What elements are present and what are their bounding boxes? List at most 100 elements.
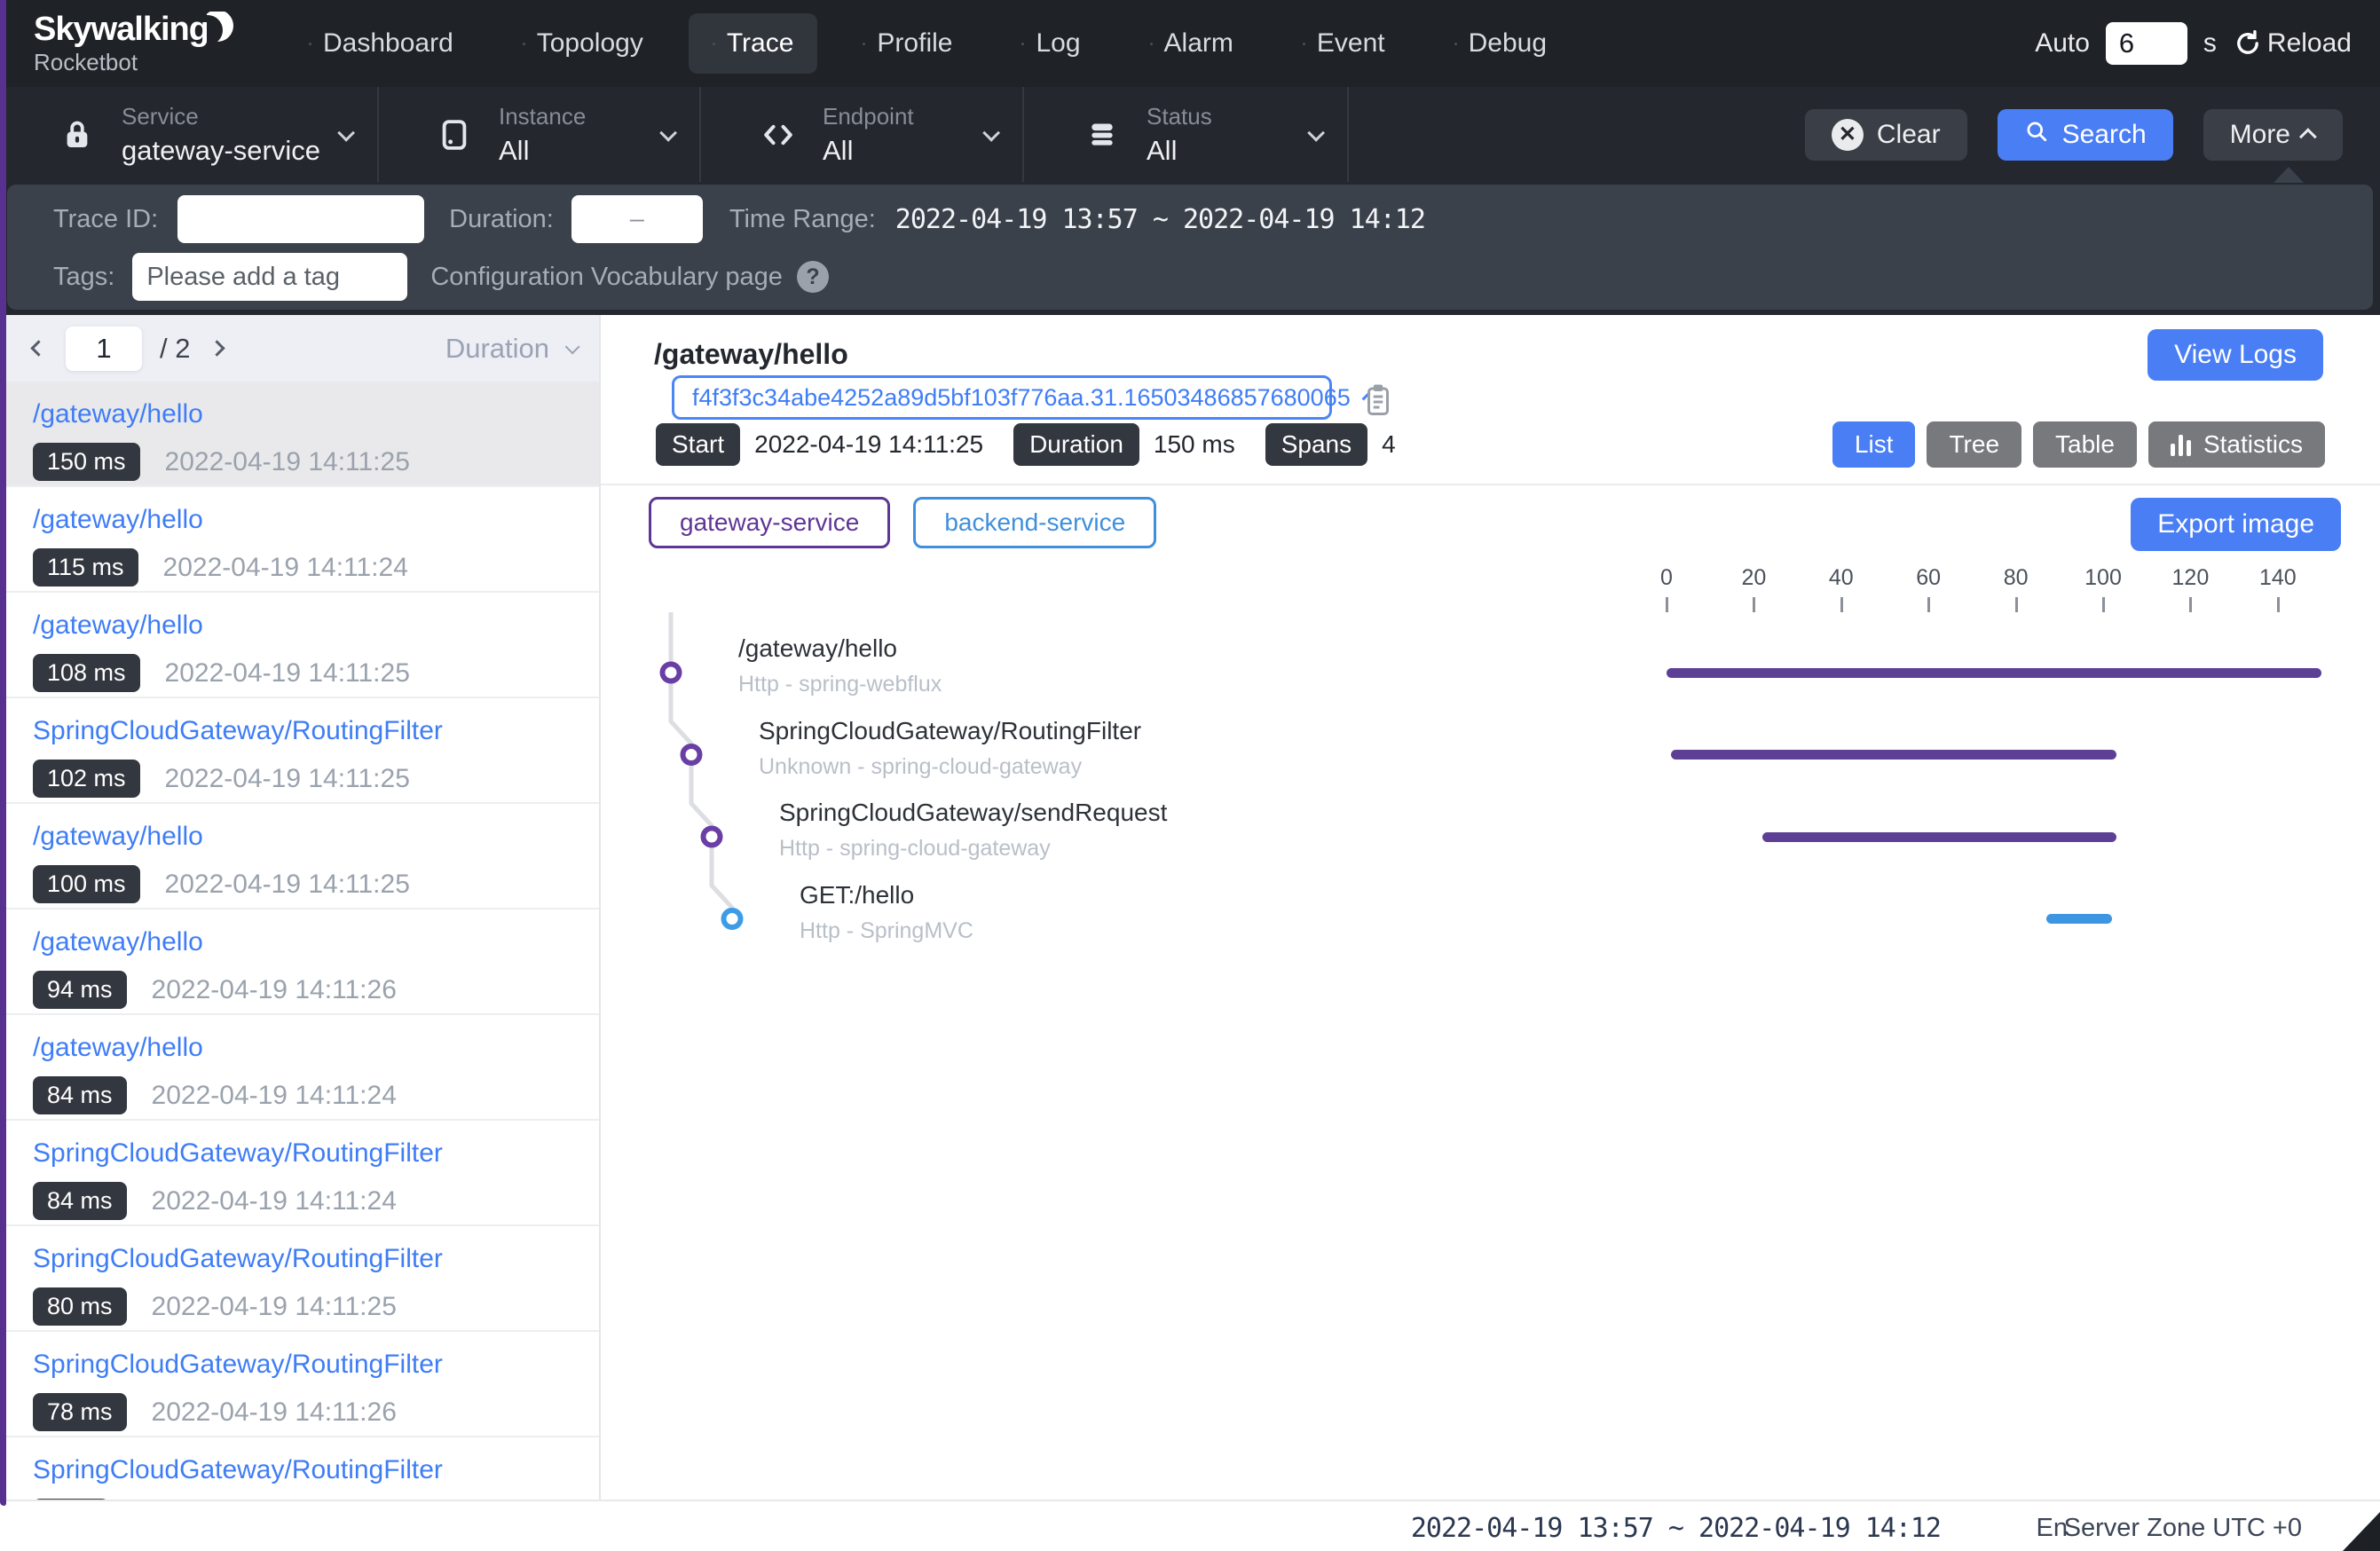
span-name[interactable]: SpringCloudGateway/sendRequest (779, 799, 1167, 827)
span-duration-bar[interactable] (2046, 914, 2112, 924)
nav-right-controls: Auto s Reload (2035, 22, 2352, 65)
clipboard-icon[interactable] (1362, 379, 1394, 424)
nav-item-log[interactable]: Log (997, 13, 1104, 74)
search-button[interactable]: Search (1998, 109, 2173, 161)
trace-duration-badge: 100 ms (33, 865, 140, 903)
filter-value: All (499, 135, 586, 167)
auto-label: Auto (2035, 28, 2090, 59)
duration-input[interactable] (571, 195, 703, 243)
nav-item-topology[interactable]: Topology (499, 13, 667, 74)
filter-instance-dropdown[interactable]: Instance All (379, 87, 701, 182)
nav-item-debug[interactable]: Debug (1430, 13, 1571, 74)
time-range-value[interactable]: 2022-04-19 13:57 ~ 2022-04-19 14:12 (895, 204, 1425, 235)
nav-item-dashboard[interactable]: Dashboard (285, 13, 477, 74)
trace-list-item[interactable]: SpringCloudGateway/RoutingFilter (6, 1437, 599, 1500)
filter-groups: Servicegateway-service Instance All Endpoin… (0, 87, 1349, 182)
trace-timestamp: 2022-04-19 14:11:26 (152, 975, 397, 1005)
span-node-icon[interactable] (663, 665, 680, 681)
more-label: More (2230, 120, 2290, 150)
trace-list-item[interactable]: /gateway/hello108 ms2022-04-19 14:11:25 (6, 593, 599, 698)
span-duration-bar[interactable] (1671, 750, 2116, 760)
trace-item-title[interactable]: /gateway/hello (33, 399, 599, 429)
export-image-button[interactable]: Export image (2131, 498, 2341, 551)
content-area: / 2 Duration /gateway/hello150 ms2022-04… (6, 315, 2380, 1500)
filter-texts: Servicegateway-service (122, 103, 320, 167)
clear-button[interactable]: ✕ Clear (1805, 109, 1967, 161)
axis-tick-mark (2015, 597, 2018, 612)
footer-time-range[interactable]: 2022-04-19 13:57 ~ 2022-04-19 14:12 (1411, 1513, 1941, 1544)
trace-id-input[interactable] (177, 195, 424, 243)
trace-item-title[interactable]: SpringCloudGateway/RoutingFilter (33, 1455, 599, 1485)
trace-list-item[interactable]: SpringCloudGateway/RoutingFilter 84 ms202… (6, 1121, 599, 1226)
span-name[interactable]: SpringCloudGateway/RoutingFilter (759, 717, 1141, 745)
server-zone-label[interactable]: Server Zone UTC +0 (2064, 1514, 2302, 1543)
trace-list-item[interactable]: /gateway/hello94 ms2022-04-19 14:11:26 (6, 909, 599, 1015)
more-panel-row-2: Tags: Configuration Vocabulary page ? (53, 252, 829, 302)
vocabulary-link[interactable]: Configuration Vocabulary page (430, 263, 783, 292)
trace-list-item[interactable]: SpringCloudGateway/RoutingFilter78 ms202… (6, 1332, 599, 1437)
service-chips: gateway-service backend-service (649, 497, 1156, 548)
more-button[interactable]: More (2203, 109, 2343, 161)
trace-item-meta: 84 ms2022-04-19 14:11:24 (33, 1182, 599, 1220)
detail-divider (601, 484, 2380, 485)
chevron-right-icon (209, 340, 225, 356)
span-node-icon[interactable] (724, 910, 741, 927)
span-node-icon[interactable] (683, 746, 700, 763)
auto-interval-input[interactable] (2106, 22, 2187, 65)
span-name[interactable]: GET:/hello (800, 881, 914, 909)
nav-item-event[interactable]: Event (1279, 13, 1409, 74)
filter-status-dropdown[interactable]: StatusAll (1024, 87, 1349, 182)
trace-item-title[interactable]: SpringCloudGateway/RoutingFilter (33, 1350, 599, 1380)
nav-item-alarm[interactable]: Alarm (1126, 13, 1257, 74)
tab-tree[interactable]: Tree (1927, 421, 2021, 468)
export-image-label: Export image (2157, 509, 2314, 539)
filter-value: All (1147, 135, 1212, 167)
tab-list[interactable]: List (1832, 421, 1916, 468)
chevron-up-icon (2299, 128, 2317, 146)
trace-list-item[interactable]: /gateway/hello150 ms2022-04-19 14:11:25 (6, 382, 599, 487)
filter-label: Instance (499, 103, 586, 130)
trace-item-title[interactable]: SpringCloudGateway/RoutingFilter (33, 1244, 599, 1274)
trace-list-item[interactable]: SpringCloudGateway/RoutingFilter102 ms20… (6, 698, 599, 804)
axis-tick-label: 60 (1888, 565, 1968, 591)
more-panel-notch (2274, 167, 2304, 183)
page-number-input[interactable] (66, 327, 142, 371)
prev-page-button[interactable] (29, 339, 48, 358)
span-duration-bar[interactable] (1762, 832, 2116, 842)
nav-item-trace[interactable]: Trace (689, 13, 818, 74)
trace-item-title[interactable]: /gateway/hello (33, 610, 599, 641)
trace-item-title[interactable]: /gateway/hello (33, 505, 599, 535)
trace-list-item[interactable]: /gateway/hello 115 ms2022-04-19 14:11:24 (6, 487, 599, 593)
more-panel-row-1: Trace ID: Duration: Time Range: 2022-04-… (53, 194, 1425, 244)
trace-id-select[interactable]: f4f3f3c34abe4252a89d5bf103f776aa.31.1650… (672, 375, 1332, 420)
trace-item-title[interactable]: SpringCloudGateway/RoutingFilter (33, 1138, 599, 1169)
reload-button[interactable]: Reload (2233, 28, 2352, 59)
trace-list-item[interactable]: SpringCloudGateway/RoutingFilter80 ms202… (6, 1226, 599, 1332)
chevron-down-icon (982, 123, 1000, 141)
tab-statistics[interactable]: Statistics (2148, 421, 2325, 468)
service-chip-gateway-service[interactable]: gateway-service (649, 497, 890, 548)
tags-input[interactable] (132, 253, 407, 301)
trace-list-item[interactable]: /gateway/hello100 ms2022-04-19 14:11:25 (6, 804, 599, 909)
help-icon[interactable]: ? (797, 261, 829, 293)
service-chip-backend-service[interactable]: backend-service (913, 497, 1156, 548)
filter-endpoint-dropdown[interactable]: EndpointAll (701, 87, 1024, 182)
trace-item-title[interactable]: /gateway/hello (33, 927, 599, 957)
span-duration-bar[interactable] (1667, 668, 2321, 678)
chevron-down-icon (337, 123, 355, 141)
nav-item-profile[interactable]: Profile (839, 13, 976, 74)
sort-dropdown[interactable]: Duration (445, 333, 576, 365)
trace-item-title[interactable]: /gateway/hello (33, 1033, 599, 1063)
axis-tick-label: 0 (1627, 565, 1706, 591)
nav-item-label: Log (1036, 28, 1080, 59)
view-logs-button[interactable]: View Logs (2148, 329, 2323, 381)
filter-service-dropdown[interactable]: Servicegateway-service (0, 87, 379, 182)
tab-table[interactable]: Table (2033, 421, 2137, 468)
trace-item-title[interactable]: /gateway/hello (33, 822, 599, 852)
span-node-icon[interactable] (704, 829, 721, 846)
trace-item-meta: 115 ms2022-04-19 14:11:24 (33, 548, 599, 587)
span-name[interactable]: /gateway/hello (738, 634, 897, 663)
trace-item-title[interactable]: SpringCloudGateway/RoutingFilter (33, 716, 599, 746)
next-page-button[interactable] (208, 339, 226, 358)
trace-list-item[interactable]: /gateway/hello84 ms2022-04-19 14:11:24 (6, 1015, 599, 1121)
